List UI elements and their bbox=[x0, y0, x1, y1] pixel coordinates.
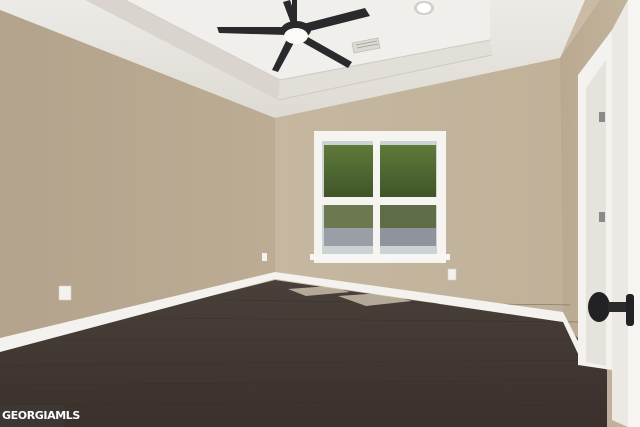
outlet-small bbox=[262, 253, 267, 261]
room-photo bbox=[0, 0, 640, 427]
watermark-text: GEORGIAMLS bbox=[2, 409, 80, 422]
mls-watermark: GEORGIAMLS bbox=[0, 405, 80, 427]
outlet-back bbox=[447, 268, 457, 281]
recessed-light bbox=[414, 1, 434, 15]
outlet-left bbox=[58, 285, 72, 301]
door bbox=[578, 0, 640, 427]
double-hung-window bbox=[310, 131, 450, 263]
